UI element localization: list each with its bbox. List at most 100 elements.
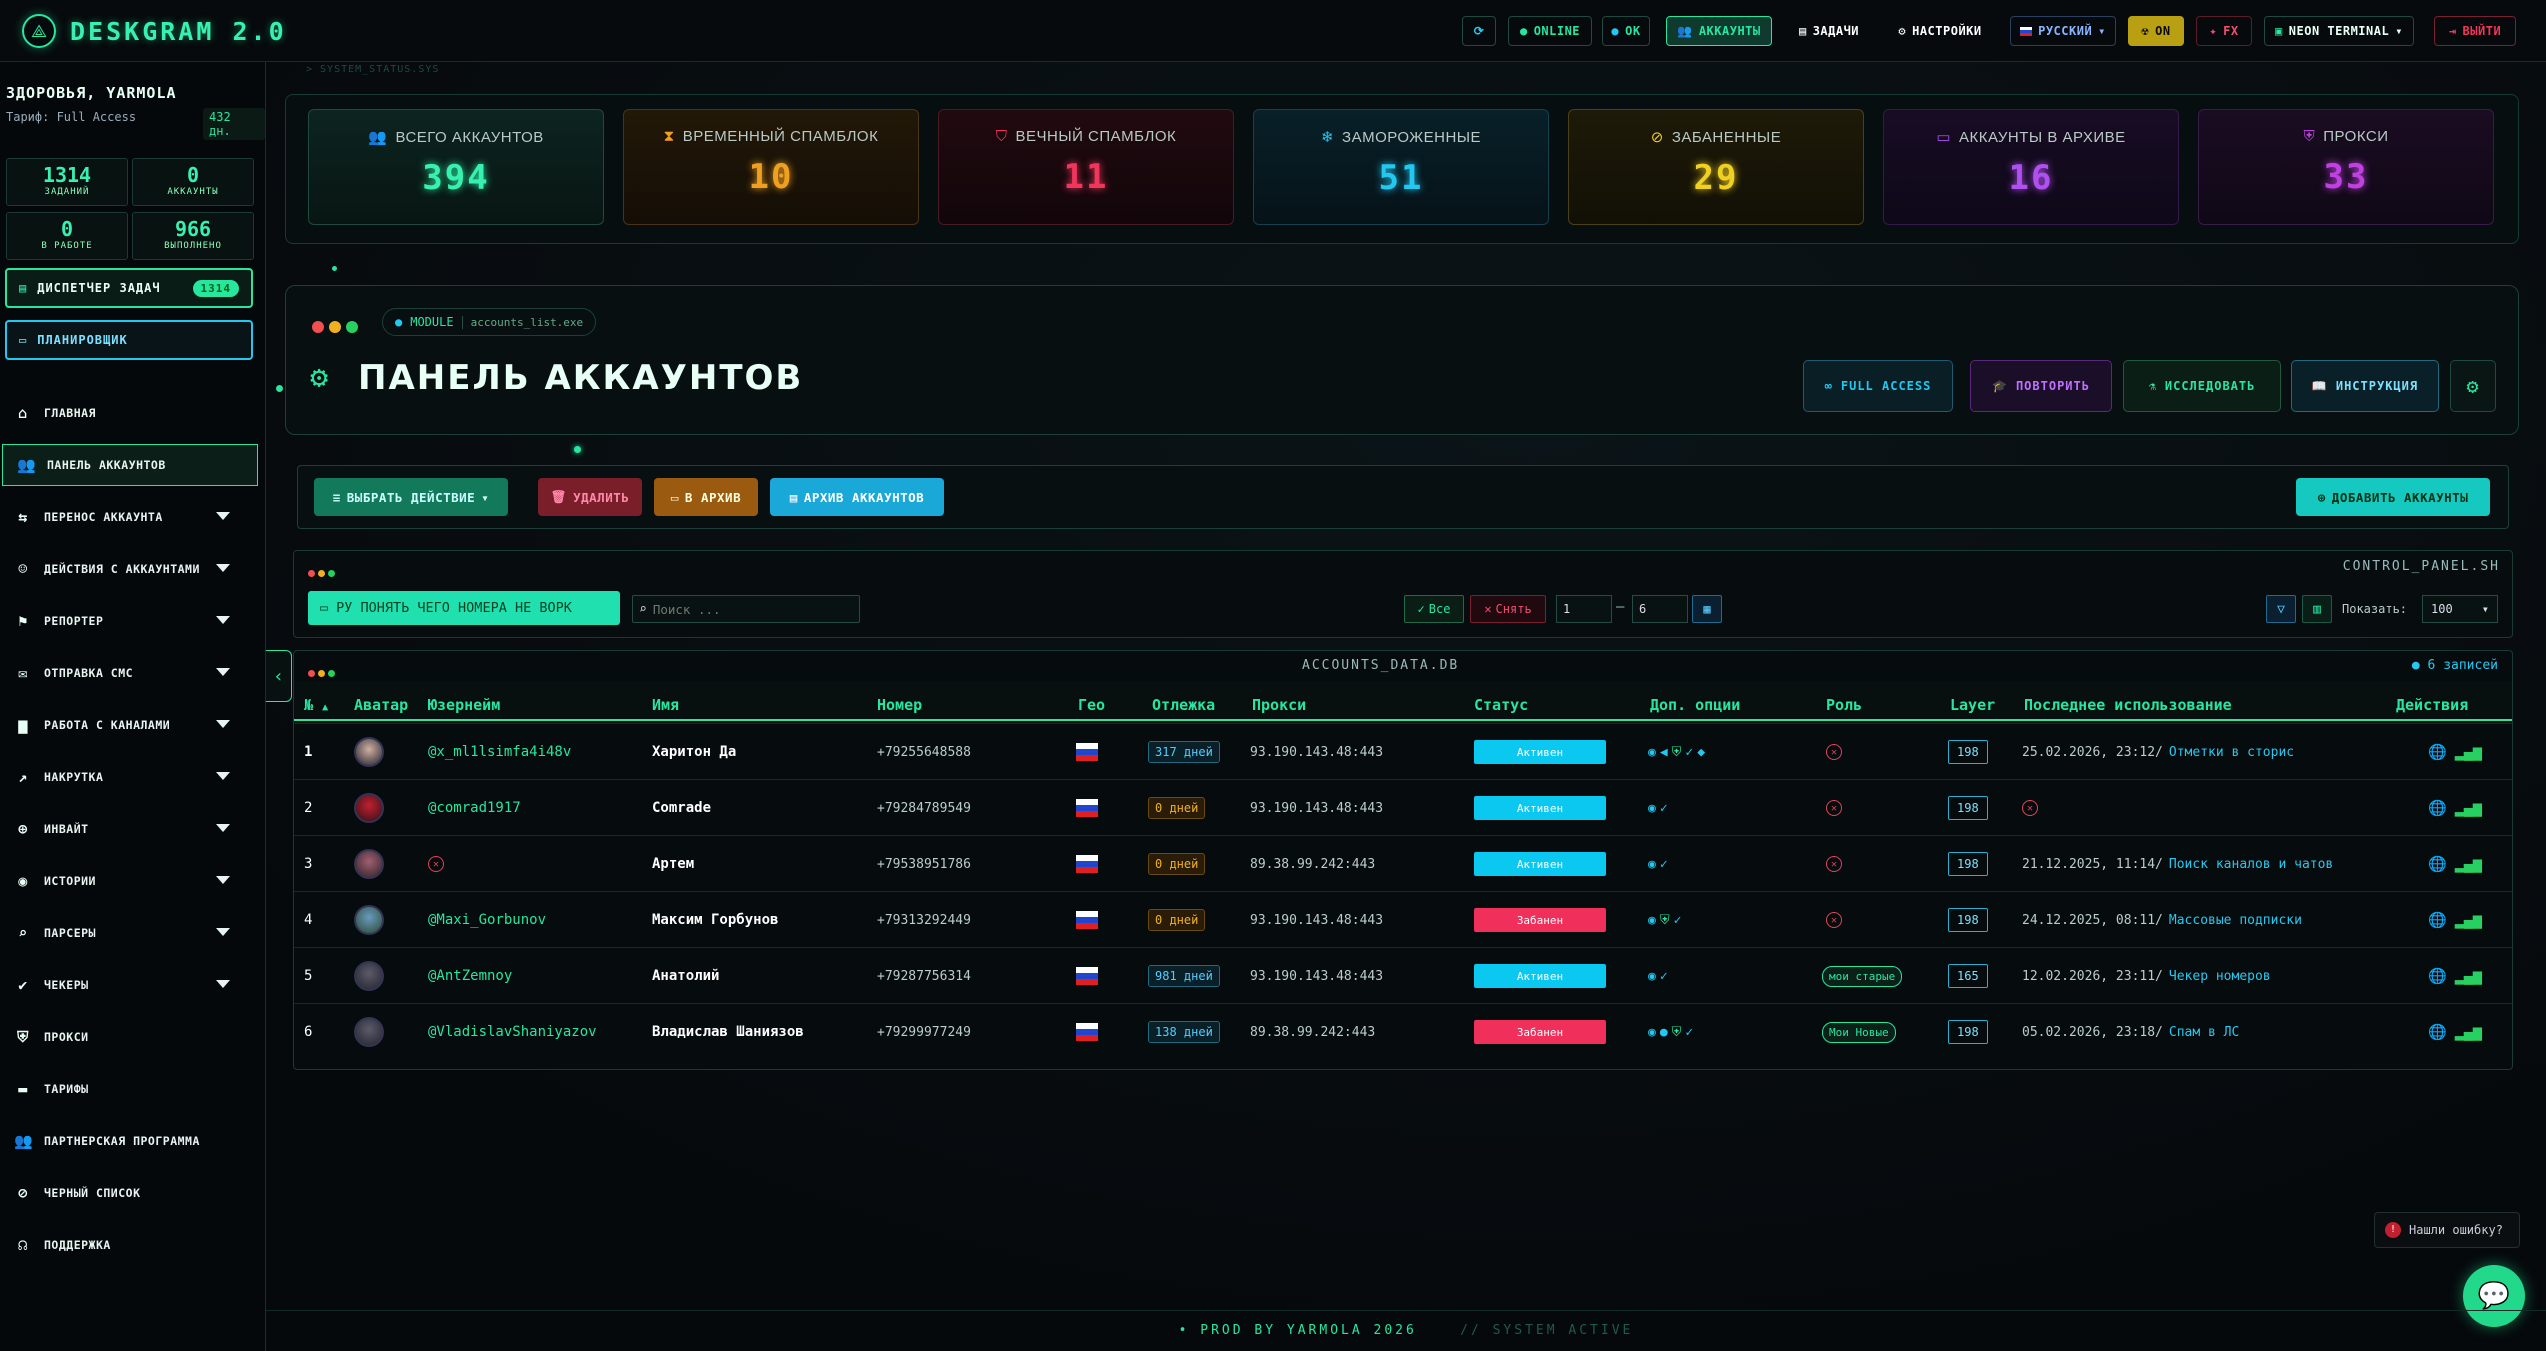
last-used-task[interactable]: Поиск каналов и чатов: [2169, 857, 2333, 872]
sidebar-item-reporter[interactable]: ⚑ РЕПОРТЕР: [0, 600, 266, 642]
guide-button[interactable]: 📖 ИНСТРУКЦИЯ: [2291, 360, 2439, 412]
add-accounts-button[interactable]: ⊕ ДОБАВИТЬ АККАУНТЫ: [2296, 478, 2490, 516]
sidebar-item-home[interactable]: ⌂ ГЛАВНАЯ: [0, 392, 266, 434]
sidebar-item-account-actions[interactable]: ☺ ДЕЙСТВИЯ С АККАУНТАМИ: [0, 548, 266, 590]
select-all-button[interactable]: ✓ Все: [1404, 595, 1464, 623]
signal-icon[interactable]: ▂▄▆: [2455, 855, 2482, 873]
card-temp-spamblock[interactable]: ⧗ ВРЕМЕННЫЙ СПАМБЛОК 10: [623, 109, 919, 225]
card-banned[interactable]: ⊘ ЗАБАНЕННЫЕ 29: [1568, 109, 1864, 225]
tab-tasks[interactable]: ▤ ЗАДАЧИ: [1784, 16, 1874, 46]
repeat-button[interactable]: 🎓 ПОВТОРИТЬ: [1970, 360, 2112, 412]
filter-button[interactable]: ▽: [2266, 595, 2296, 623]
fx-on-toggle[interactable]: ☢ ON: [2128, 16, 2184, 46]
tab-settings[interactable]: ⚙ НАСТРОЙКИ: [1884, 16, 1996, 46]
username-link[interactable]: @Maxi_Gorbunov: [428, 892, 546, 948]
sidebar-item-tariffs[interactable]: ▬ ТАРИФЫ: [0, 1068, 266, 1110]
table-row[interactable]: 4 @Maxi_Gorbunov Максим Горбунов +793132…: [294, 891, 2512, 947]
signal-icon[interactable]: ▂▄▆: [2455, 911, 2482, 929]
last-used-task[interactable]: Чекер номеров: [2169, 969, 2271, 984]
col-header[interactable]: Номер: [877, 696, 922, 714]
sidebar-item-proxy[interactable]: ⛨ ПРОКСИ: [0, 1016, 266, 1058]
signal-icon[interactable]: ▂▄▆: [2455, 743, 2482, 761]
col-header[interactable]: Юзернейм: [428, 696, 500, 714]
col-header[interactable]: Layer: [1950, 696, 1995, 714]
tab-accounts[interactable]: 👥 АККАУНТЫ: [1666, 16, 1772, 46]
avatar[interactable]: [354, 737, 384, 767]
card-total-accounts[interactable]: 👥 ВСЕГО АККАУНТОВ 394: [308, 109, 604, 225]
table-row[interactable]: 6 @VladislavShaniyazov Владислав Шаниязо…: [294, 1003, 2512, 1059]
signal-icon[interactable]: ▂▄▆: [2455, 1023, 2482, 1041]
avatar-placeholder-icon[interactable]: [354, 1017, 384, 1047]
table-row[interactable]: 2 @comrad1917 Comrade +79284789549 0 дне…: [294, 779, 2512, 835]
panel-settings-button[interactable]: ⚙: [2450, 360, 2496, 412]
sidebar-item-transfer[interactable]: ⇆ ПЕРЕНОС АККАУНТА: [0, 496, 266, 538]
col-header[interactable]: Отлежка: [1152, 696, 1215, 714]
avatar[interactable]: [354, 849, 384, 879]
task-dispatcher-button[interactable]: ▤ ДИСПЕТЧЕР ЗАДАЧ 1314: [5, 268, 253, 308]
range-from-input[interactable]: [1556, 595, 1612, 623]
filter-preset-button[interactable]: ▭ РУ ПОНЯТЬ ЧЕГО НОМЕРА НЕ ВОРК: [308, 591, 620, 625]
sidebar-item-accounts-panel[interactable]: 👥 ПАНЕЛЬ АККАУНТОВ: [2, 444, 258, 486]
sidebar-item-invite[interactable]: ⊕ ИНВАЙТ: [0, 808, 266, 850]
page-size-select[interactable]: 100 ▾: [2422, 595, 2498, 623]
table-row[interactable]: 5 @AntZemnoy Анатолий +79287756314 981 д…: [294, 947, 2512, 1003]
col-header[interactable]: Роль: [1826, 696, 1862, 714]
full-access-button[interactable]: ∞ FULL ACCESS: [1803, 360, 1953, 412]
table-row[interactable]: 3 ✕ Артем +79538951786 0 дней 89.38.99.2…: [294, 835, 2512, 891]
sidebar-item-partners[interactable]: 👥 ПАРТНЕРСКАЯ ПРОГРАММА: [0, 1120, 266, 1162]
col-header[interactable]: Имя: [652, 696, 679, 714]
app-logo[interactable]: ⟁ DESKGRAM 2.0: [22, 14, 287, 48]
sidebar-item-blacklist[interactable]: ⊘ ЧЕРНЫЙ СПИСОК: [0, 1172, 266, 1214]
sidebar-item-channels[interactable]: ▆ РАБОТА С КАНАЛАМИ: [0, 704, 266, 746]
globe-icon[interactable]: 🌐: [2428, 967, 2447, 985]
avatar[interactable]: [354, 905, 384, 935]
avatar-placeholder-icon[interactable]: [354, 961, 384, 991]
table-row[interactable]: 1 @x_ml1lsimfa4i48v Харитон Да +79255648…: [294, 723, 2512, 779]
last-used-task[interactable]: Отметки в сторис: [2169, 745, 2294, 760]
globe-icon[interactable]: 🌐: [2428, 911, 2447, 929]
archive-accounts-button[interactable]: ▤ АРХИВ АККАУНТОВ: [770, 478, 944, 516]
globe-icon[interactable]: 🌐: [2428, 743, 2447, 761]
username-link[interactable]: @x_ml1lsimfa4i48v: [428, 724, 571, 780]
col-header[interactable]: Статус: [1474, 696, 1528, 714]
planner-button[interactable]: ▭ ПЛАНИРОВЩИК: [5, 320, 253, 360]
signal-icon[interactable]: ▂▄▆: [2455, 967, 2482, 985]
to-archive-button[interactable]: ▭ В АРХИВ: [654, 478, 758, 516]
columns-button[interactable]: ▥: [2302, 595, 2332, 623]
range-to-input[interactable]: [1632, 595, 1688, 623]
unselect-button[interactable]: ✕ Снять: [1470, 595, 1546, 623]
delete-button[interactable]: 🗑 УДАЛИТЬ: [538, 478, 642, 516]
card-archived[interactable]: ▭ АККАУНТЫ В АРХИВЕ 16: [1883, 109, 2179, 225]
sidebar-item-boost[interactable]: ↗ НАКРУТКА: [0, 756, 266, 798]
card-proxy[interactable]: ⛨ ПРОКСИ 33: [2198, 109, 2494, 225]
sidebar-item-checkers[interactable]: ✔ ЧЕКЕРЫ: [0, 964, 266, 1006]
explore-button[interactable]: ⚗ ИССЛЕДОВАТЬ: [2123, 360, 2281, 412]
sidebar-collapse-button[interactable]: ‹: [266, 650, 292, 702]
globe-icon[interactable]: 🌐: [2428, 1023, 2447, 1041]
signal-icon[interactable]: ▂▄▆: [2455, 799, 2482, 817]
globe-icon[interactable]: 🌐: [2428, 799, 2447, 817]
username-link[interactable]: @comrad1917: [428, 780, 521, 836]
search-input[interactable]: [652, 601, 843, 617]
card-perm-spamblock[interactable]: ⛉ ВЕЧНЫЙ СПАМБЛОК 11: [938, 109, 1234, 225]
select-action-dropdown[interactable]: ≡ ВЫБРАТЬ ДЕЙСТВИЕ ▾: [314, 478, 508, 516]
card-frozen[interactable]: ❄ ЗАМОРОЖЕННЫЕ 51: [1253, 109, 1549, 225]
col-header[interactable]: Гео: [1078, 696, 1105, 714]
last-used-task[interactable]: Спам в ЛС: [2169, 1025, 2239, 1040]
last-used-task[interactable]: Массовые подписки: [2169, 913, 2302, 928]
bug-report-button[interactable]: ! Нашли ошибку?: [2374, 1212, 2520, 1248]
col-header[interactable]: Прокси: [1252, 696, 1306, 714]
sidebar-item-sms[interactable]: ✉ ОТПРАВКА СМС: [0, 652, 266, 694]
sidebar-item-stories[interactable]: ◉ ИСТОРИИ: [0, 860, 266, 902]
sidebar-item-parsers[interactable]: ⌕ ПАРСЕРЫ: [0, 912, 266, 954]
theme-select[interactable]: ▣ NEON TERMINAL ▾: [2264, 16, 2414, 46]
sidebar-item-support[interactable]: ☊ ПОДДЕРЖКА: [0, 1224, 266, 1266]
username-link[interactable]: @VladislavShaniyazov: [428, 1004, 597, 1060]
username-link[interactable]: @AntZemnoy: [428, 948, 512, 1004]
language-select[interactable]: РУССКИЙ ▾: [2010, 16, 2116, 46]
avatar[interactable]: [354, 793, 384, 823]
col-header[interactable]: № ▲: [304, 696, 328, 714]
col-header[interactable]: Последнее использование: [2024, 696, 2232, 714]
fx-button[interactable]: ✦ FX: [2196, 16, 2252, 46]
globe-icon[interactable]: 🌐: [2428, 855, 2447, 873]
